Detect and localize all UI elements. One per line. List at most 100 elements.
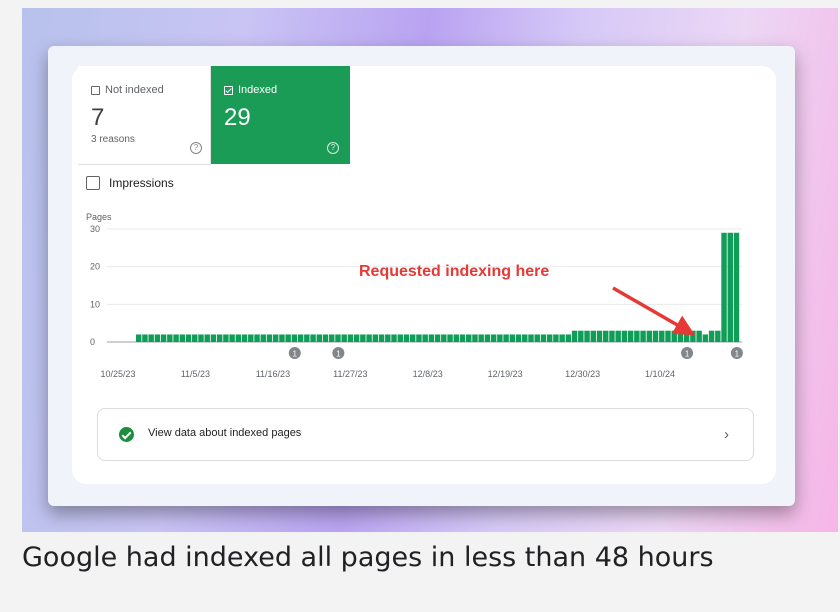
bar[interactable] (372, 334, 379, 342)
bar[interactable] (285, 334, 291, 342)
bar[interactable] (646, 330, 653, 342)
bar[interactable] (409, 334, 416, 342)
bar[interactable] (696, 330, 702, 342)
bar[interactable] (459, 334, 466, 342)
chevron-right-icon[interactable]: › (724, 426, 729, 443)
bar[interactable] (347, 334, 354, 342)
bar[interactable] (484, 334, 491, 342)
bar[interactable] (173, 334, 179, 342)
bar[interactable] (721, 232, 727, 342)
bar[interactable] (584, 330, 590, 342)
bar[interactable] (497, 334, 503, 342)
bar[interactable] (571, 330, 578, 342)
bar[interactable] (185, 334, 192, 342)
bar[interactable] (391, 334, 397, 342)
bar[interactable] (266, 334, 273, 342)
bar[interactable] (683, 330, 690, 342)
bar[interactable] (472, 334, 478, 342)
bar[interactable] (353, 334, 360, 342)
bar[interactable] (627, 330, 634, 342)
bar[interactable] (559, 334, 565, 342)
bar[interactable] (403, 334, 410, 342)
bar[interactable] (329, 334, 335, 342)
bar[interactable] (291, 334, 298, 342)
bar[interactable] (378, 334, 385, 342)
bar[interactable] (192, 334, 198, 342)
bar[interactable] (235, 334, 242, 342)
bar[interactable] (154, 334, 161, 342)
bar[interactable] (422, 334, 428, 342)
bar[interactable] (204, 334, 210, 342)
bar[interactable] (272, 334, 279, 342)
bar[interactable] (565, 334, 572, 342)
bar[interactable] (360, 334, 366, 342)
bar[interactable] (466, 334, 472, 342)
bar[interactable] (690, 330, 696, 342)
bar[interactable] (733, 232, 740, 342)
bar[interactable] (322, 334, 329, 342)
bar[interactable] (596, 330, 603, 342)
bar[interactable] (640, 330, 646, 342)
bar[interactable] (316, 334, 323, 342)
bar[interactable] (223, 334, 229, 342)
bar[interactable] (540, 334, 547, 342)
bar[interactable] (441, 334, 447, 342)
bar[interactable] (416, 334, 422, 342)
bar[interactable] (447, 334, 453, 342)
bar[interactable] (478, 334, 484, 342)
bar[interactable] (304, 334, 310, 342)
bar[interactable] (241, 334, 248, 342)
bar[interactable] (515, 334, 522, 342)
bar[interactable] (453, 334, 459, 342)
bar[interactable] (136, 334, 142, 342)
bar[interactable] (665, 330, 671, 342)
bar[interactable] (279, 334, 285, 342)
bar[interactable] (615, 330, 621, 342)
bar[interactable] (490, 334, 497, 342)
bar[interactable] (335, 334, 341, 342)
bar[interactable] (634, 330, 640, 342)
bar[interactable] (260, 334, 266, 342)
bar[interactable] (671, 330, 677, 342)
bar[interactable] (179, 334, 186, 342)
bar[interactable] (167, 334, 173, 342)
bar[interactable] (715, 330, 721, 342)
bar[interactable] (198, 334, 204, 342)
bar[interactable] (310, 334, 316, 342)
bar[interactable] (210, 334, 217, 342)
bar[interactable] (727, 232, 733, 342)
bar[interactable] (229, 334, 235, 342)
bar[interactable] (254, 334, 260, 342)
bar[interactable] (590, 330, 596, 342)
bar[interactable] (702, 334, 709, 342)
bar[interactable] (428, 334, 435, 342)
bar[interactable] (546, 334, 553, 342)
y-tick-label: 20 (90, 262, 100, 272)
bar[interactable] (503, 334, 509, 342)
bar[interactable] (603, 330, 609, 342)
bar[interactable] (216, 334, 223, 342)
bar[interactable] (621, 330, 628, 342)
bar[interactable] (148, 334, 154, 342)
bar[interactable] (434, 334, 441, 342)
bar[interactable] (553, 334, 559, 342)
bar[interactable] (677, 330, 684, 342)
bar[interactable] (534, 334, 540, 342)
bar[interactable] (160, 334, 167, 342)
bar[interactable] (659, 330, 665, 342)
bar[interactable] (142, 334, 148, 342)
bar[interactable] (578, 330, 584, 342)
view-indexed-pages-row[interactable]: View data about indexed pages › (97, 408, 754, 461)
bar[interactable] (609, 330, 615, 342)
bar[interactable] (366, 334, 372, 342)
bar[interactable] (509, 334, 516, 342)
bar[interactable] (385, 334, 391, 342)
bar[interactable] (248, 334, 254, 342)
bar[interactable] (341, 334, 347, 342)
bar[interactable] (708, 330, 715, 342)
bar[interactable] (528, 334, 534, 342)
bar[interactable] (297, 334, 304, 342)
bar[interactable] (522, 334, 528, 342)
bar[interactable] (652, 330, 659, 342)
bar[interactable] (397, 334, 403, 342)
